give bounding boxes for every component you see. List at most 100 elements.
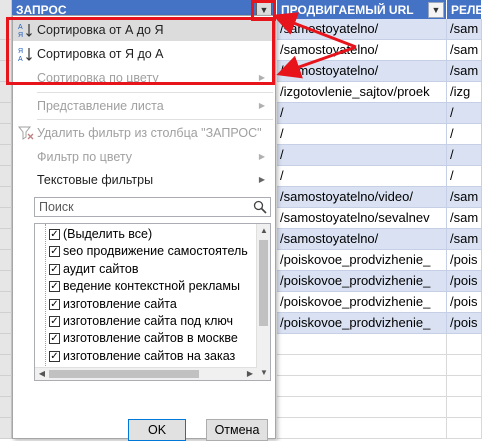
checkbox-checked[interactable]: ✓ [49,229,60,240]
empty-cell[interactable] [277,418,447,439]
table-cell-rel[interactable]: / [447,124,482,145]
list-item[interactable]: ✓ изготовление сайтов в москве [35,330,257,347]
row-number[interactable] [0,82,12,103]
row-number[interactable] [0,208,12,229]
empty-cell[interactable] [277,376,447,397]
sort-ascending-item[interactable]: А Я Сортировка от А до Я [13,19,275,41]
row-number[interactable] [0,355,12,376]
search-input[interactable] [35,198,250,216]
table-cell-rel[interactable]: / [447,145,482,166]
row-number[interactable] [0,145,12,166]
table-cell-rel[interactable]: /sam [447,229,482,250]
sort-by-color-item[interactable]: Сортировка по цвету ▶ [13,67,275,89]
table-cell-url[interactable]: /samostoyatelno/sevalnev [277,208,447,229]
empty-cell[interactable] [447,334,482,355]
scroll-down-icon[interactable]: ▼ [257,366,270,380]
empty-cell[interactable] [447,376,482,397]
table-cell-rel[interactable]: /pois [447,313,482,334]
scroll-up-icon[interactable]: ▲ [257,224,270,238]
list-item[interactable]: ✓ аудит сайтов [35,261,257,278]
table-cell-url[interactable]: / [277,124,447,145]
horizontal-scrollbar[interactable]: ◀ ▶ [35,367,257,380]
checkbox-checked[interactable]: ✓ [49,333,60,345]
list-item[interactable]: ✓ ведение контекстной рекламы [35,278,257,295]
cancel-button[interactable]: Отмена [206,419,268,441]
checkbox-checked[interactable]: ✓ [49,281,60,293]
header-rel[interactable]: РЕЛЕ [447,0,482,20]
table-cell-url[interactable]: / [277,145,447,166]
horizontal-scroll-thumb[interactable] [49,370,199,378]
empty-cell[interactable] [277,397,447,418]
sort-descending-item[interactable]: Я А Сортировка от Я до А [13,43,275,65]
empty-cell[interactable] [277,334,447,355]
table-cell-rel[interactable]: /sam [447,19,482,40]
row-number[interactable] [0,313,12,334]
table-cell-url[interactable]: /samostoyatelno/video/ [277,187,447,208]
checkbox-checked[interactable]: ✓ [49,316,60,327]
header-url[interactable]: ПРОДВИГАЕМЫЙ URL [277,0,447,20]
table-cell-rel[interactable]: /pois [447,271,482,292]
table-cell-rel[interactable]: /pois [447,250,482,271]
sheet-view-item[interactable]: Представление листа ▶ [13,95,275,117]
list-item[interactable]: ✓ (Выделить все) [35,226,257,243]
table-cell-url[interactable]: /poiskovoe_prodvizhenie_ [277,292,447,313]
empty-cell[interactable] [447,355,482,376]
scroll-right-icon[interactable]: ▶ [243,367,257,380]
row-number[interactable] [0,40,12,61]
row-number[interactable] [0,103,12,124]
row-number[interactable] [0,334,12,355]
row-number[interactable] [0,124,12,145]
table-cell-url[interactable]: /poiskovoe_prodvizhenie_ [277,271,447,292]
filter-by-color-item[interactable]: Фильтр по цвету ▶ [13,146,275,168]
table-cell-rel[interactable]: /izg [447,82,482,103]
filter-values-list[interactable]: ✓ (Выделить все) ✓ seo продвижение самостоя… [34,223,271,381]
row-number[interactable] [0,166,12,187]
checkbox-checked[interactable]: ✓ [49,246,60,258]
ok-button[interactable]: OK [128,419,186,441]
table-cell-url[interactable]: / [277,166,447,187]
row-number[interactable] [0,229,12,250]
table-cell-url[interactable]: /samostoyatelno/ [277,19,447,40]
row-number[interactable] [0,418,12,439]
vertical-scrollbar[interactable]: ▲ ▼ [256,224,270,380]
checkbox-checked[interactable]: ✓ [49,298,60,310]
table-cell-rel[interactable]: /sam [447,187,482,208]
checkbox-checked[interactable]: ✓ [49,263,60,275]
list-item[interactable]: ✓ изготовление сайтов на заказ [35,348,257,365]
table-cell-rel[interactable]: /pois [447,292,482,313]
table-cell-url[interactable]: /poiskovoe_prodvizhenie_ [277,250,447,271]
table-cell-url[interactable]: /samostoyatelno/ [277,40,447,61]
row-number[interactable] [0,19,12,40]
scroll-thumb[interactable] [259,240,268,326]
row-number[interactable] [0,61,12,82]
list-item[interactable]: ✓ изготовление сайта под ключ [35,313,257,330]
row-number[interactable] [0,397,12,418]
row-number[interactable] [0,292,12,313]
table-cell-url[interactable]: /izgotovlenie_sajtov/proek [277,82,447,103]
table-cell-rel[interactable]: /sam [447,61,482,82]
empty-cell[interactable] [447,397,482,418]
search-box[interactable] [34,197,271,217]
table-cell-rel[interactable]: / [447,103,482,124]
search-icon [253,200,267,214]
row-number[interactable] [0,187,12,208]
row-number[interactable] [0,271,12,292]
empty-cell[interactable] [447,418,482,439]
row-number[interactable] [0,376,12,397]
clear-filter-item[interactable]: Удалить фильтр из столбца "ЗАПРОС" [13,122,275,144]
table-cell-rel[interactable]: / [447,166,482,187]
filter-dropdown-button-url[interactable]: ▼ [428,2,444,18]
empty-cell[interactable] [277,355,447,376]
table-cell-url[interactable]: /samostoyatelno/ [277,61,447,82]
row-number[interactable] [0,250,12,271]
table-cell-url[interactable]: /samostoyatelno/ [277,229,447,250]
table-cell-url[interactable]: / [277,103,447,124]
list-item[interactable]: ✓ seo продвижение самостоятель [35,243,257,260]
table-cell-url[interactable]: /poiskovoe_prodvizhenie_ [277,313,447,334]
table-cell-rel[interactable]: /sam [447,208,482,229]
scroll-left-icon[interactable]: ◀ [35,367,49,380]
list-item[interactable]: ✓ изготовление сайта [35,296,257,313]
checkbox-checked[interactable]: ✓ [49,350,60,362]
text-filters-item[interactable]: Текстовые фильтры ▶ [13,169,275,191]
table-cell-rel[interactable]: /sam [447,40,482,61]
